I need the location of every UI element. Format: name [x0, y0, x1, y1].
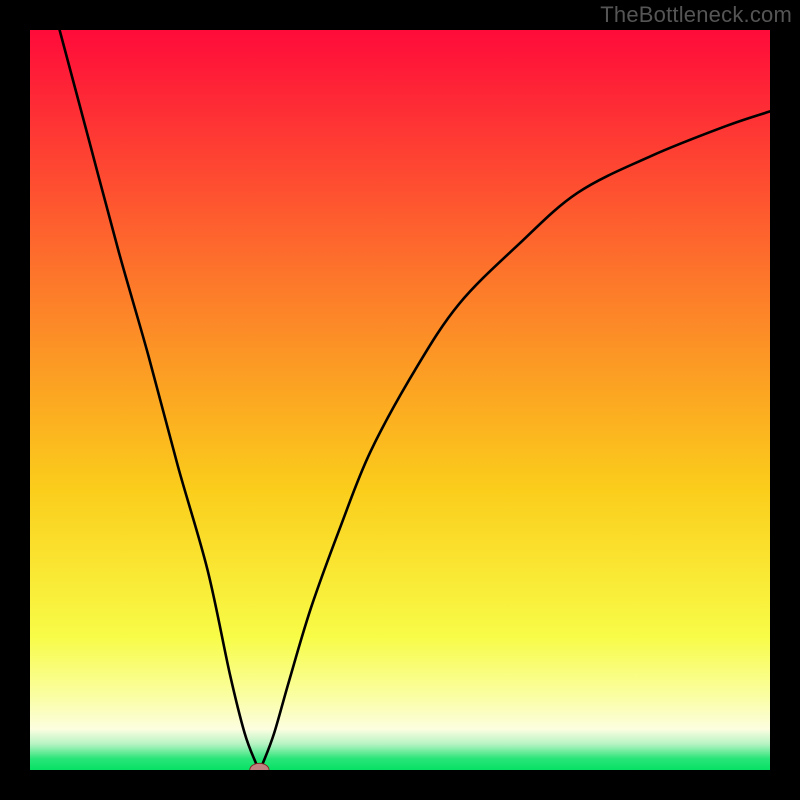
- chart-frame: TheBottleneck.com: [0, 0, 800, 800]
- curve-layer: [30, 30, 770, 770]
- plot-area: [30, 30, 770, 770]
- optimum-marker: [250, 763, 269, 770]
- bottleneck-curve: [60, 30, 770, 770]
- watermark-text: TheBottleneck.com: [600, 2, 792, 28]
